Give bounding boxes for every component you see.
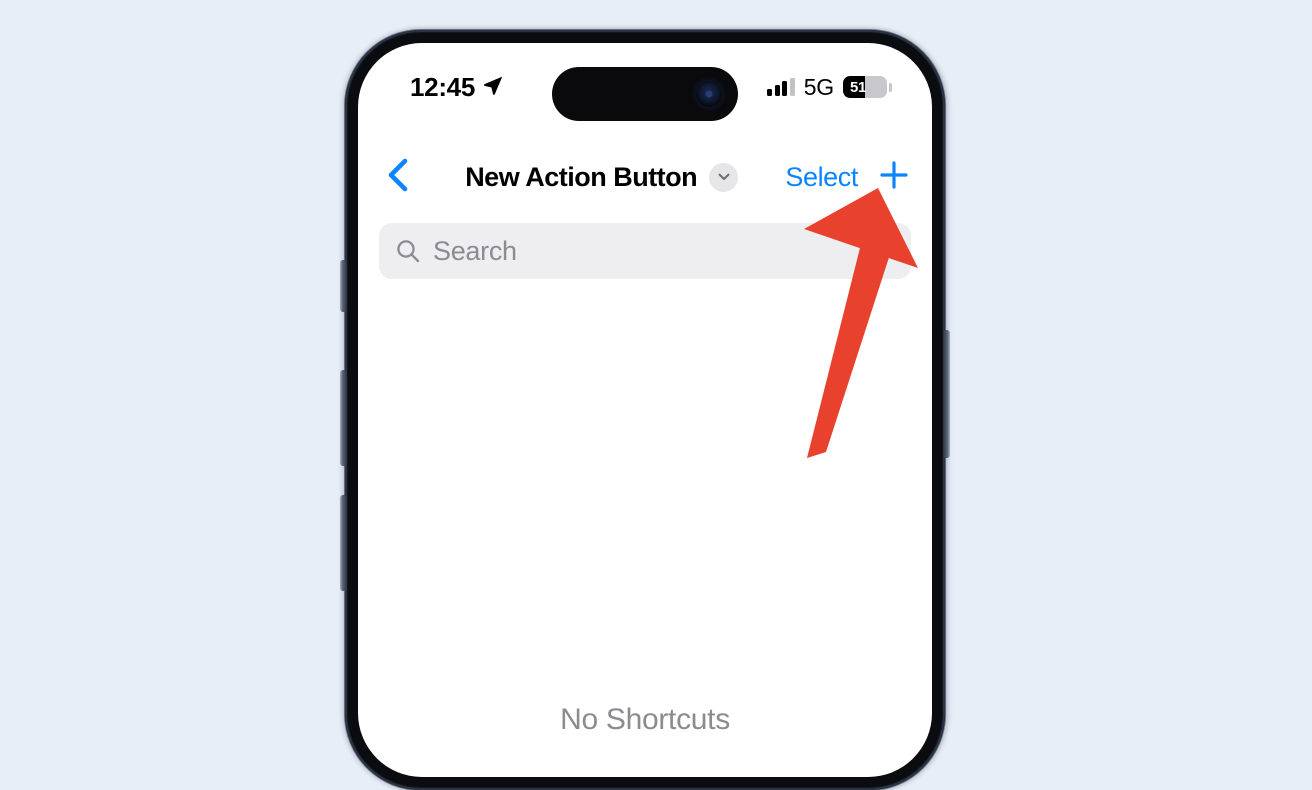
iphone-frame: 12:45 5G 51 New Action Button Select Sea… bbox=[340, 30, 950, 790]
plus-icon bbox=[878, 159, 910, 196]
chevron-down-icon[interactable] bbox=[709, 162, 739, 192]
cellular-signal-icon bbox=[767, 78, 795, 96]
empty-state-label: No Shortcuts bbox=[560, 703, 730, 736]
battery-percent-label: 51 bbox=[850, 78, 867, 96]
battery-icon: 51 bbox=[843, 76, 892, 98]
search-input[interactable]: Search bbox=[433, 236, 871, 267]
navigation-title-group[interactable]: New Action Button bbox=[418, 162, 785, 193]
navigation-actions: Select bbox=[785, 159, 910, 196]
carrier-label: 5G bbox=[803, 73, 834, 100]
front-camera-icon bbox=[696, 81, 722, 107]
volume-down-button[interactable] bbox=[340, 495, 347, 591]
location-arrow-icon bbox=[482, 72, 504, 103]
page-title: New Action Button bbox=[465, 161, 698, 192]
navigation-bar: New Action Button Select bbox=[358, 149, 932, 205]
action-button[interactable] bbox=[340, 260, 347, 312]
back-button[interactable] bbox=[378, 157, 418, 198]
status-bar-left: 12:45 bbox=[410, 72, 504, 103]
dynamic-island[interactable] bbox=[552, 67, 738, 121]
add-button[interactable] bbox=[878, 159, 910, 196]
search-icon bbox=[395, 238, 421, 264]
battery-tip bbox=[889, 82, 892, 92]
volume-up-button[interactable] bbox=[340, 370, 347, 466]
microphone-icon[interactable] bbox=[871, 236, 895, 266]
power-button[interactable] bbox=[943, 330, 950, 458]
status-bar-right: 5G 51 bbox=[767, 74, 892, 101]
chevron-left-icon bbox=[384, 157, 412, 198]
status-time: 12:45 bbox=[410, 71, 475, 102]
search-field[interactable]: Search bbox=[379, 223, 911, 279]
battery-body: 51 bbox=[843, 76, 887, 98]
screenshot-stage: 12:45 5G 51 New Action Button Select Sea… bbox=[0, 0, 1312, 790]
phone-screen: 12:45 5G 51 New Action Button Select Sea… bbox=[358, 43, 932, 777]
select-button[interactable]: Select bbox=[785, 162, 858, 193]
